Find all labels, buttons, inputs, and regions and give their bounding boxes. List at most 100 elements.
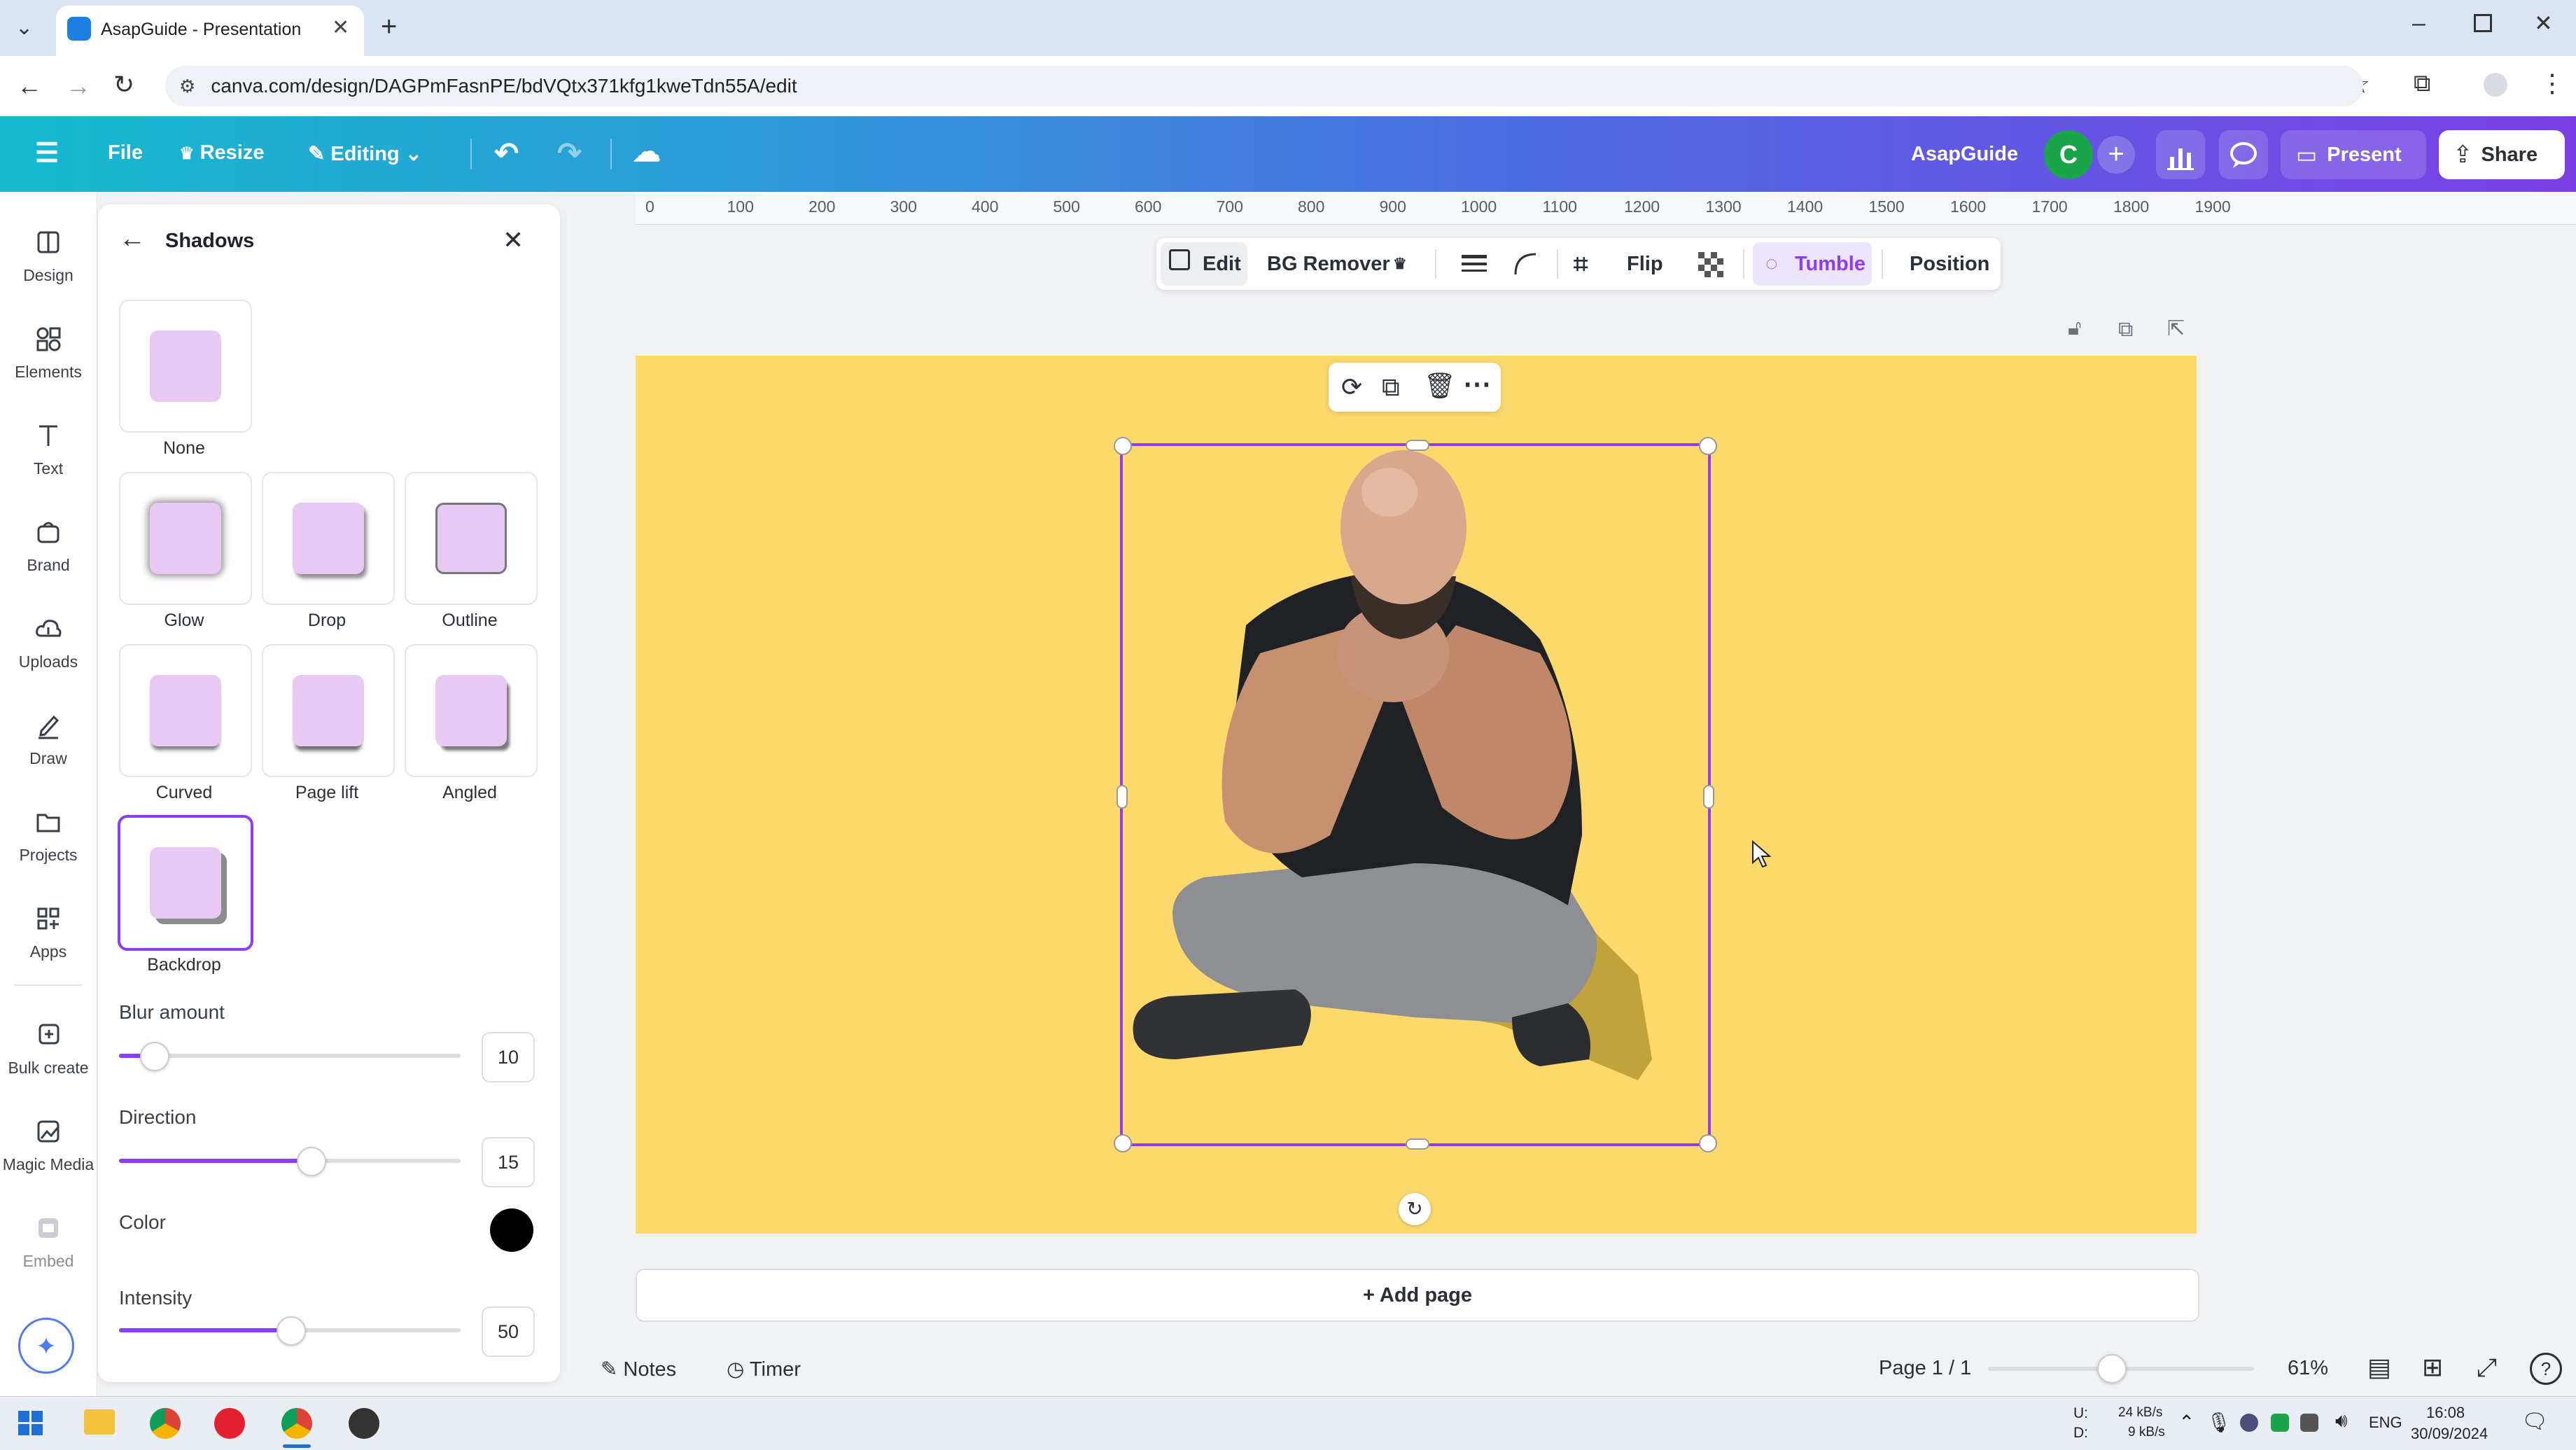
duplicate-icon[interactable]: ⧉ [1382, 372, 1400, 403]
notifications-icon[interactable]: 🗨︎ [2521, 1409, 2548, 1434]
blur-value-input[interactable]: 10 [482, 1032, 535, 1082]
browser-tab[interactable]: AsapGuide - Presentation ✕ [56, 6, 364, 56]
comment-add-icon[interactable]: ⟳ [1341, 372, 1362, 402]
browser-menu-icon[interactable]: ⋮ [2540, 69, 2565, 98]
direction-slider-handle[interactable] [297, 1147, 327, 1176]
forward-icon[interactable]: → [66, 71, 91, 101]
undo-icon[interactable]: ↶ [494, 136, 519, 170]
rail-item-elements[interactable]: Elements [0, 323, 97, 382]
chrome-active-icon[interactable] [281, 1408, 312, 1439]
tray-app-icon[interactable] [2240, 1414, 2258, 1432]
reload-icon[interactable]: ↻ [113, 70, 134, 99]
rail-item-apps[interactable]: Apps [0, 903, 97, 961]
add-page-button[interactable]: + Add page [636, 1269, 2199, 1322]
help-icon[interactable]: ? [2530, 1353, 2562, 1385]
crop-icon[interactable]: ⌗ [1574, 238, 1588, 290]
share-button[interactable]: ⇪ Share [2439, 130, 2565, 179]
team-name[interactable]: AsapGuide [1911, 143, 2018, 166]
page-indicator[interactable]: Page 1 / 1 [1879, 1357, 1971, 1380]
file-menu[interactable]: File [108, 141, 143, 165]
back-arrow-icon[interactable]: ← [119, 224, 146, 254]
rail-item-embed[interactable]: Embed [0, 1213, 97, 1271]
selection-box[interactable] [1114, 437, 1717, 1152]
resize-handle-top-right[interactable] [1699, 437, 1717, 455]
timer-button[interactable]: ◷ Timer [727, 1357, 801, 1381]
avatar[interactable]: C [2044, 130, 2093, 179]
clock-time[interactable]: 16:08 [2426, 1404, 2465, 1422]
site-info-icon[interactable]: ⚙ [179, 76, 195, 97]
chrome-icon[interactable] [150, 1408, 181, 1439]
blur-slider-track[interactable] [119, 1054, 461, 1058]
shadow-color-swatch[interactable] [490, 1208, 533, 1252]
cloud-save-icon[interactable]: ☁ [633, 136, 661, 168]
grid-view-icon[interactable]: ⊞ [2422, 1353, 2443, 1382]
extensions-icon[interactable]: ⧉ [2414, 70, 2430, 97]
url-field[interactable]: ⚙ canva.com/design/DAGPmFasnPE/bdVQtx371… [165, 66, 2363, 106]
restore-icon[interactable] [2474, 14, 2492, 32]
volume-icon[interactable]: 🔊︎ [2335, 1409, 2348, 1432]
rail-item-projects[interactable]: Projects [0, 807, 97, 865]
rail-item-uploads[interactable]: Uploads [0, 613, 97, 671]
redo-icon[interactable]: ↷ [557, 136, 582, 170]
shadow-preset-drop[interactable] [262, 472, 395, 605]
duplicate-page-icon[interactable]: ⧉ [2118, 318, 2133, 342]
lock-page-icon[interactable]: 🔓︎ [2068, 316, 2081, 340]
insights-button[interactable] [2156, 130, 2205, 179]
main-menu-icon[interactable]: ☰ [35, 137, 59, 169]
comments-button[interactable] [2219, 130, 2268, 179]
rotate-handle-icon[interactable]: ↻ [1399, 1193, 1431, 1225]
microphone-icon[interactable]: 🎙︎ [2206, 1411, 2232, 1434]
input-language[interactable]: ENG [2369, 1414, 2402, 1432]
trash-icon[interactable]: 🗑︎ [1424, 371, 1456, 400]
notes-button[interactable]: ✎ Notes [601, 1357, 676, 1381]
resize-handle-bottom-right[interactable] [1699, 1134, 1717, 1152]
window-close-icon[interactable]: ✕ [2534, 10, 2553, 36]
clock-date[interactable]: 30/09/2024 [2411, 1425, 2488, 1443]
tray-app-icon[interactable] [2271, 1414, 2289, 1432]
more-options-icon[interactable]: ⋯ [1463, 368, 1491, 400]
resize-handle-bottom[interactable] [1406, 1138, 1429, 1150]
present-button[interactable]: ▭ Present [2281, 130, 2426, 179]
add-collaborator-icon[interactable]: + [2097, 136, 2135, 174]
position-button[interactable]: Position [1910, 238, 1989, 290]
shadow-preset-curved[interactable] [119, 644, 252, 777]
flip-button[interactable]: Flip [1627, 238, 1663, 290]
shadow-preset-page-lift[interactable] [262, 644, 395, 777]
magic-assistant-icon[interactable]: ✦ [18, 1318, 74, 1374]
resize-button[interactable]: ♛ Resize [179, 141, 264, 165]
tab-list-icon[interactable]: ⌄ [15, 15, 33, 40]
tab-close-icon[interactable]: ✕ [332, 15, 349, 40]
rail-item-draw[interactable]: Draw [0, 710, 97, 768]
shadow-preset-backdrop[interactable] [118, 815, 253, 951]
shadow-preset-outline[interactable] [405, 472, 538, 605]
tray-app-icon[interactable] [2300, 1414, 2318, 1432]
rail-item-brand[interactable]: Brand [0, 517, 97, 575]
resize-handle-left[interactable] [1116, 785, 1128, 809]
rail-item-magic-media[interactable]: Magic Media [0, 1116, 97, 1174]
shadow-preset-none[interactable] [119, 300, 252, 433]
resize-handle-right[interactable] [1703, 785, 1714, 809]
zoom-slider-handle[interactable] [2096, 1354, 2127, 1383]
resize-handle-top[interactable] [1406, 440, 1429, 451]
windows-start-icon[interactable] [18, 1411, 43, 1436]
opera-icon[interactable] [214, 1408, 245, 1439]
profile-icon[interactable] [2484, 73, 2507, 97]
file-explorer-icon[interactable] [84, 1409, 115, 1435]
shadow-preset-glow[interactable] [119, 472, 252, 605]
resize-handle-top-left[interactable] [1114, 437, 1132, 455]
pages-view-icon[interactable]: ▤ [2367, 1353, 2391, 1382]
add-page-icon[interactable]: ⇱ [2167, 316, 2185, 341]
rail-item-design[interactable]: Design [0, 227, 97, 285]
back-icon[interactable]: ← [17, 71, 42, 101]
intensity-value-input[interactable]: 50 [482, 1306, 535, 1357]
bg-remover-button[interactable]: BG Remover [1267, 238, 1390, 290]
rail-item-text[interactable]: Text [0, 420, 97, 478]
intensity-slider-handle[interactable] [276, 1316, 306, 1346]
recorder-icon[interactable] [349, 1408, 379, 1439]
border-style-icon[interactable] [1462, 252, 1487, 276]
corner-rounding-icon[interactable] [1513, 252, 1537, 276]
editing-mode-dropdown[interactable]: ✎ Editing ⌄ [308, 141, 422, 166]
minimize-icon[interactable]: – [2412, 10, 2426, 37]
transparency-icon[interactable] [1698, 252, 1723, 277]
blur-slider-handle[interactable] [139, 1042, 169, 1071]
